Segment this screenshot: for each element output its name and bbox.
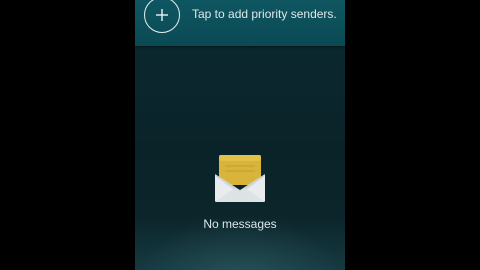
left-letterbox bbox=[0, 0, 135, 270]
priority-senders-bar[interactable]: Tap to add priority senders. bbox=[135, 0, 345, 46]
priority-senders-prompt[interactable]: Tap to add priority senders. bbox=[192, 7, 337, 21]
plus-icon bbox=[156, 9, 168, 21]
email-screen: Tap to add priority senders. No messages bbox=[135, 0, 345, 270]
right-letterbox bbox=[345, 0, 480, 270]
add-priority-sender-button[interactable] bbox=[144, 0, 180, 33]
empty-state: No messages bbox=[135, 150, 345, 231]
envelope-icon bbox=[215, 155, 265, 202]
empty-state-message: No messages bbox=[203, 217, 277, 231]
